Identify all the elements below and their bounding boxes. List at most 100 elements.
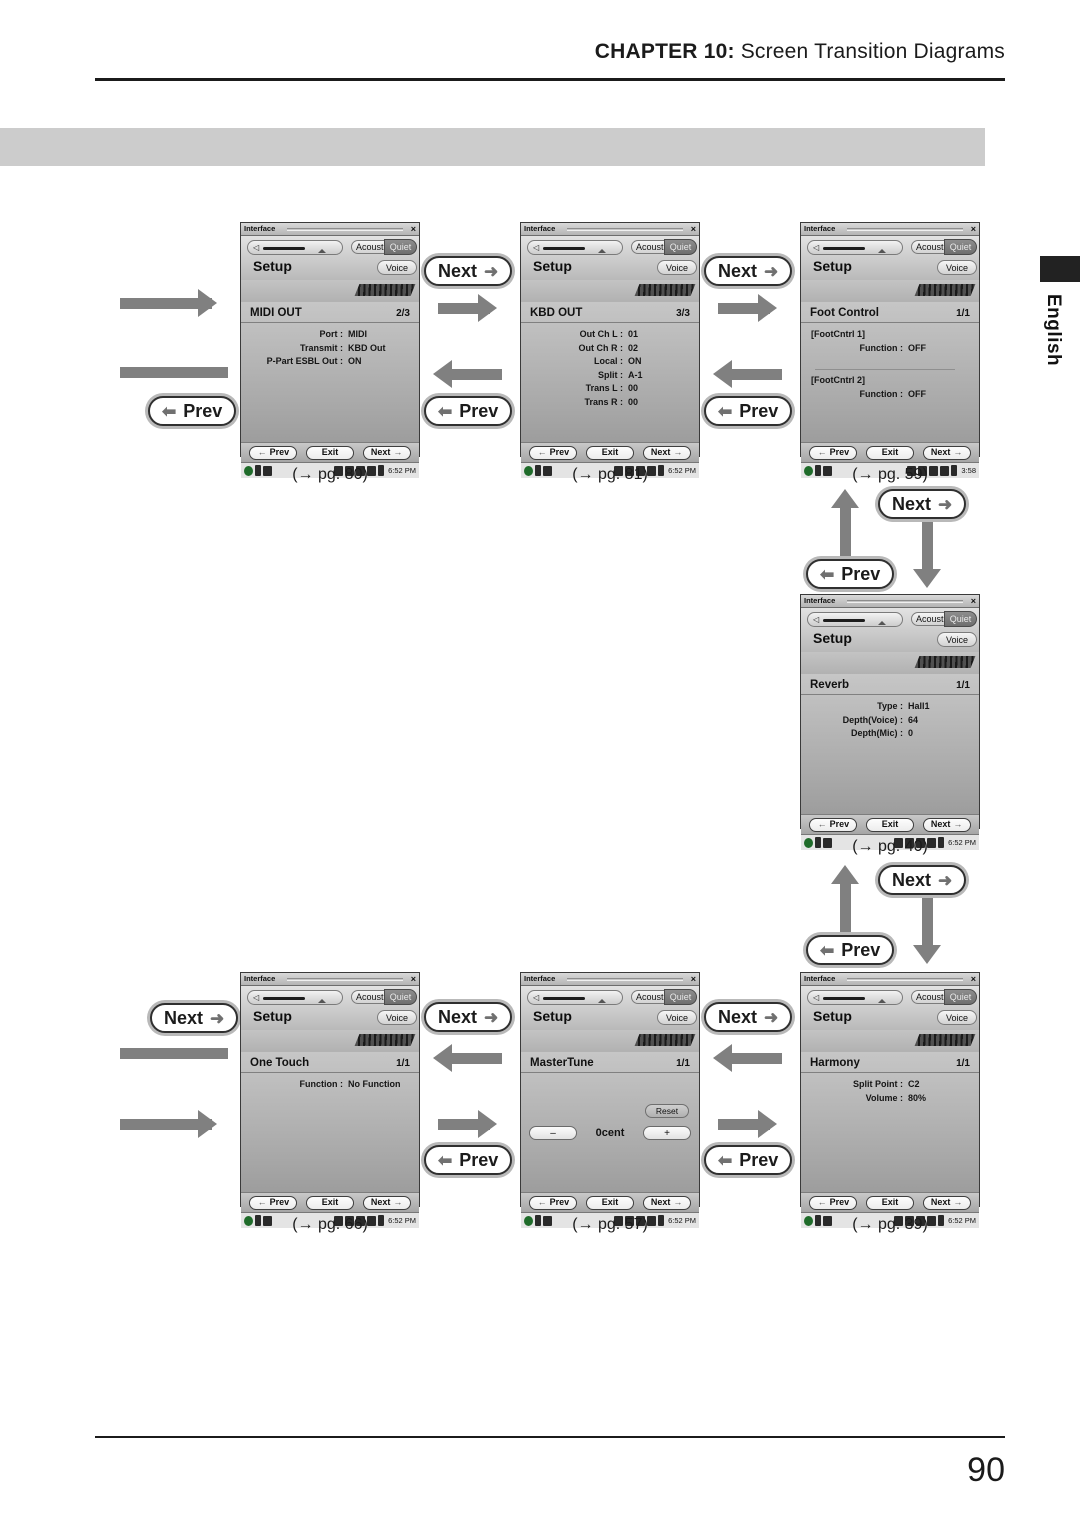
prev-button[interactable]: ← Prev <box>809 445 858 460</box>
next-button[interactable]: Next → <box>362 1195 411 1210</box>
callout-next-kbd-foot[interactable]: Next ➜ <box>704 256 793 286</box>
setting-key: Volume : <box>865 1092 903 1103</box>
exit-button-label: Exit <box>321 447 339 457</box>
volume-slider[interactable]: ◁ <box>807 612 903 627</box>
section-title: Harmony <box>810 1057 860 1069</box>
volume-slider[interactable]: ◁ <box>247 240 343 255</box>
setting-key: Function : <box>299 1079 344 1089</box>
callout-label: Next <box>718 1006 758 1027</box>
exit-button[interactable]: Exit <box>305 445 354 460</box>
quiet-button[interactable]: Quiet <box>944 239 977 255</box>
callout-prev-top-left[interactable]: ⬅ Prev <box>148 396 237 426</box>
callout-prev-midi-kbd[interactable]: ⬅ Prev <box>424 396 513 426</box>
device-body: MIDI OUT 2/3 Port : MIDI Transmit : KBD Out P-… <box>241 302 419 442</box>
prev-button[interactable]: ← Prev <box>249 1195 298 1210</box>
volume-knob-icon[interactable] <box>878 249 886 253</box>
volume-knob-icon[interactable] <box>878 621 886 625</box>
voice-button[interactable]: Voice <box>937 260 977 275</box>
callout-prev-reverb-harmony[interactable]: ⬅ Prev <box>806 935 895 965</box>
next-button[interactable]: Next → <box>922 445 971 460</box>
volume-knob-icon[interactable] <box>878 999 886 1003</box>
setting-row: Trans R : 00 <box>529 396 685 410</box>
callout-next-bottom-left[interactable]: Next ➜ <box>150 1003 239 1033</box>
voice-button[interactable]: Voice <box>937 1010 977 1025</box>
setting-key: Split Point : <box>853 1079 903 1089</box>
flow-arrow-in-bottom-head <box>198 1110 217 1138</box>
reset-button[interactable]: Reset <box>645 1104 689 1118</box>
quiet-button[interactable]: Quiet <box>384 989 417 1005</box>
flow-arrow-in-top-head <box>198 289 217 317</box>
close-icon[interactable]: × <box>971 596 976 606</box>
device-screen-foot-control: Interface × ◁ Acoustic Quiet Setup Voice Foot C… <box>800 222 980 478</box>
exit-button[interactable]: Exit <box>865 445 914 460</box>
close-icon[interactable]: × <box>411 224 416 234</box>
prev-arrow-icon: ← <box>817 1197 827 1207</box>
quiet-button[interactable]: Quiet <box>664 239 697 255</box>
next-button[interactable]: Next → <box>362 445 411 460</box>
piano-keys-icon <box>914 284 976 296</box>
settings-list: Type : Hall1 Depth(Voice) : 64 Depth(Mic) : 0 <box>801 695 979 741</box>
prev-arrow-icon: ← <box>537 1197 547 1207</box>
volume-slider[interactable]: ◁ <box>807 990 903 1005</box>
callout-next-midi-kbd[interactable]: Next ➜ <box>424 256 513 286</box>
volume-knob-icon[interactable] <box>318 999 326 1003</box>
device-art-band <box>801 280 979 302</box>
close-icon[interactable]: × <box>691 224 696 234</box>
volume-slider[interactable]: ◁ <box>527 990 623 1005</box>
exit-button[interactable]: Exit <box>585 445 634 460</box>
flow-arrow-harmony-to-mt-head <box>713 1044 732 1072</box>
callout-prev-foot-reverb[interactable]: ⬅ Prev <box>806 559 895 589</box>
callout-prev-kbd-foot[interactable]: ⬅ Prev <box>704 396 793 426</box>
exit-button-label: Exit <box>881 447 899 457</box>
quiet-button[interactable]: Quiet <box>384 239 417 255</box>
prev-button[interactable]: ← Prev <box>809 817 858 832</box>
exit-button[interactable]: Exit <box>865 817 914 832</box>
volume-knob-icon[interactable] <box>318 249 326 253</box>
quiet-button[interactable]: Quiet <box>944 989 977 1005</box>
setting-value: 02 <box>628 342 639 353</box>
prev-button[interactable]: ← Prev <box>529 445 578 460</box>
next-button[interactable]: Next → <box>642 1195 691 1210</box>
callout-next-foot-reverb[interactable]: Next ➜ <box>878 489 967 519</box>
volume-knob-icon[interactable] <box>598 249 606 253</box>
next-button[interactable]: Next → <box>922 817 971 832</box>
callout-prev-onetouch-mt[interactable]: ⬅ Prev <box>424 1145 513 1175</box>
voice-button[interactable]: Voice <box>657 1010 697 1025</box>
voice-button[interactable]: Voice <box>657 260 697 275</box>
close-icon[interactable]: × <box>971 974 976 984</box>
exit-button[interactable]: Exit <box>865 1195 914 1210</box>
quiet-button[interactable]: Quiet <box>944 611 977 627</box>
next-button-label: Next <box>650 447 671 457</box>
prev-button[interactable]: ← Prev <box>249 445 298 460</box>
volume-knob-icon[interactable] <box>598 999 606 1003</box>
close-icon[interactable]: × <box>691 974 696 984</box>
callout-prev-mt-harmony[interactable]: ⬅ Prev <box>704 1145 793 1175</box>
device-titlebar: Interface × <box>521 223 699 236</box>
next-arrow-icon: → <box>953 1197 963 1207</box>
exit-button[interactable]: Exit <box>585 1195 634 1210</box>
voice-button[interactable]: Voice <box>937 632 977 647</box>
next-button[interactable]: Next → <box>642 445 691 460</box>
settings-list: Port : MIDI Transmit : KBD Out P-Part ESBL O… <box>241 323 419 369</box>
close-icon[interactable]: × <box>971 224 976 234</box>
increment-button[interactable]: + <box>643 1126 691 1140</box>
device-art-band <box>521 280 699 302</box>
quiet-button[interactable]: Quiet <box>664 989 697 1005</box>
volume-slider[interactable]: ◁ <box>527 240 623 255</box>
callout-next-reverb-harmony[interactable]: Next ➜ <box>878 865 967 895</box>
close-icon[interactable]: × <box>411 974 416 984</box>
setup-label: Setup <box>253 1008 292 1024</box>
prev-button[interactable]: ← Prev <box>529 1195 578 1210</box>
exit-button-label: Exit <box>601 447 619 457</box>
callout-next-mt-harmony[interactable]: Next ➜ <box>704 1002 793 1032</box>
volume-slider[interactable]: ◁ <box>247 990 343 1005</box>
next-button[interactable]: Next → <box>922 1195 971 1210</box>
exit-button[interactable]: Exit <box>305 1195 354 1210</box>
device-art-band <box>801 652 979 674</box>
volume-slider[interactable]: ◁ <box>807 240 903 255</box>
voice-button[interactable]: Voice <box>377 1010 417 1025</box>
voice-button[interactable]: Voice <box>377 260 417 275</box>
prev-button[interactable]: ← Prev <box>809 1195 858 1210</box>
speaker-icon: ◁ <box>533 993 540 1002</box>
callout-next-onetouch-mt[interactable]: Next ➜ <box>424 1002 513 1032</box>
